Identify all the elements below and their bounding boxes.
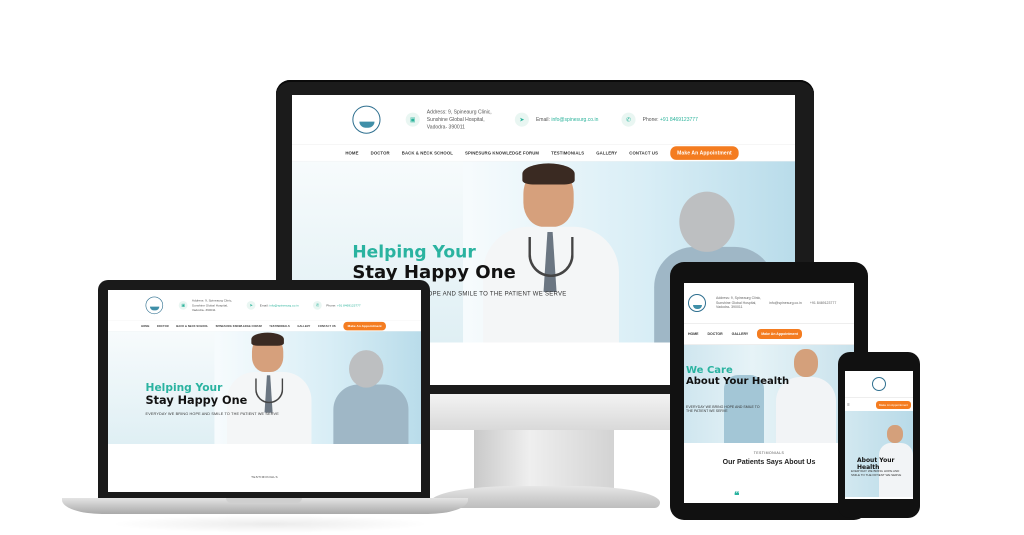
email-block: ➤ Email: info@spinesurg.co.in	[246, 300, 299, 310]
site-header: Address: 9, Spineaurg Clinic, Sunshine G…	[684, 283, 854, 323]
hero-subtitle: EVERYDAY WE BRING HOPE AND SMILE TO THE …	[851, 469, 902, 477]
phone-link[interactable]: +91 8469123777	[660, 117, 698, 123]
nav-doctor[interactable]: DOCTOR	[371, 150, 390, 155]
hero-title-line2: About Your Health	[686, 376, 790, 387]
tablet-screen: Address: 9, Spineaurg Clinic, Sunshine G…	[684, 283, 854, 503]
doctor-image	[221, 331, 315, 444]
nav-back-neck-school[interactable]: BACK & NECK SCHOOL	[402, 150, 453, 155]
nav-knowledge-forum[interactable]: SPINESURG KNOWLEDGE FORUM	[216, 324, 262, 327]
laptop-notch	[226, 498, 302, 503]
phone-block: ✆ Phone: +91 8469123777	[313, 300, 361, 310]
nav-knowledge-forum[interactable]: SPINESURG KNOWLEDGE FORUM	[465, 150, 539, 155]
spinesurg-logo[interactable]	[145, 296, 164, 315]
phone-icon: ✆	[621, 112, 636, 127]
nav-home[interactable]: HOME	[345, 150, 358, 155]
appointment-button[interactable]: Make An Appointment	[343, 321, 387, 331]
phone-link[interactable]: +91 8469123777	[810, 301, 836, 306]
appointment-button[interactable]: Make An Appointment	[875, 400, 911, 409]
appointment-button[interactable]: Make An Appointment	[670, 146, 739, 160]
hero-title-line1: Helping Your	[352, 241, 476, 262]
hero-title-line1: Helping Your	[145, 381, 223, 394]
address-line: Vadodra- 390011	[191, 308, 216, 312]
email-link[interactable]: info@spinesurg.co.in	[551, 117, 598, 123]
nav-gallery[interactable]: GALLERY	[732, 332, 749, 336]
testimonials-label: TESTIMONIALS	[753, 451, 785, 455]
phone-screen: ☰ Make An Appointment About Your Health …	[845, 371, 913, 499]
testimonials-section: TESTIMONIALS	[108, 443, 421, 491]
nav-testimonials[interactable]: TESTIMONIALS	[551, 150, 584, 155]
phone-icon: ✆	[313, 300, 322, 310]
doctor-image	[776, 349, 836, 443]
site-header: ▣ Address: 9, Spineaurg Clinic, Sunshine…	[292, 95, 795, 145]
nav-home[interactable]: HOME	[688, 332, 699, 336]
hero-title-line1: We Care	[686, 365, 733, 376]
laptop-shadow	[110, 515, 430, 533]
nav-contact[interactable]: CONTACT US	[629, 150, 658, 155]
nav-back-neck-school[interactable]: BACK & NECK SCHOOL	[176, 324, 208, 327]
hero-subtitle: EVERYDAY WE BRING HOPE AND SMILE TO THE …	[145, 411, 279, 416]
site-header	[845, 371, 913, 397]
main-nav: HOME DOCTOR GALLERY Make An Appointment	[684, 323, 854, 345]
website-laptop: ▣ Address: 9, Spineaurg Clinic, Sunshine…	[108, 290, 421, 491]
email-link[interactable]: info@spinesurg.co.in	[269, 304, 298, 307]
email-label: Email:	[535, 116, 550, 123]
address-line: Address: 9, Spineaurg Clinic,	[716, 295, 762, 300]
testimonials-section: TESTIMONIALS Our Patients Says About Us …	[684, 443, 854, 503]
address-block: ▣ Address: 9, Spineaurg Clinic, Sunshine…	[405, 108, 492, 131]
nav-home[interactable]: HOME	[141, 324, 149, 327]
paper-plane-icon: ➤	[514, 112, 529, 127]
email-block: ➤ Email: info@spinesurg.co.in	[514, 112, 598, 127]
testimonials-label: TESTIMONIALS	[251, 475, 278, 479]
spinesurg-logo[interactable]	[688, 294, 706, 312]
nav-gallery[interactable]: GALLERY	[596, 150, 617, 155]
nav-doctor[interactable]: DOCTOR	[708, 332, 723, 336]
website-tablet: Address: 9, Spineaurg Clinic, Sunshine G…	[684, 283, 854, 503]
mobile-bar: ☰ Make An Appointment	[845, 397, 913, 411]
phone-label: Phone:	[326, 303, 337, 308]
appointment-button[interactable]: Make An Appointment	[757, 329, 802, 339]
map-marker-icon: ▣	[178, 300, 188, 310]
monitor-stand-neck	[474, 430, 614, 492]
paper-plane-icon: ➤	[246, 300, 256, 310]
address-block: ▣ Address: 9, Spineaurg Clinic, Sunshine…	[178, 298, 232, 312]
menu-icon[interactable]: ☰	[847, 403, 850, 407]
address-block: Address: 9, Spineaurg Clinic, Sunshine G…	[716, 296, 761, 311]
address-line: Sunshine Global Hospital,	[426, 116, 485, 123]
nav-doctor[interactable]: DOCTOR	[157, 324, 169, 327]
email-label: Email:	[259, 303, 269, 308]
phone-link[interactable]: +91 8469123777	[337, 304, 361, 307]
address-line: Vadodra- 390011	[716, 305, 743, 310]
laptop-screen: ▣ Address: 9, Spineaurg Clinic, Sunshine…	[108, 290, 421, 492]
nav-contact[interactable]: CONTACT US	[318, 324, 336, 327]
testimonials-title: Our Patients Says About Us	[722, 459, 816, 466]
address-line: Vadodra- 390011	[426, 124, 465, 130]
nav-testimonials[interactable]: TESTIMONIALS	[269, 324, 290, 327]
main-nav: HOME DOCTOR BACK & NECK SCHOOL SPINESURG…	[292, 144, 795, 162]
hero-banner: About Your Health EVERYDAY WE BRING HOPE…	[845, 411, 913, 497]
map-marker-icon: ▣	[405, 112, 420, 127]
spinesurg-logo[interactable]	[872, 377, 886, 391]
phone-block: ✆ Phone: +91 8469123777	[621, 112, 698, 127]
hero-banner: We Care About Your Health EVERYDAY WE BR…	[684, 345, 854, 443]
hero-banner: Helping Your Stay Happy One EVERYDAY WE …	[108, 331, 421, 444]
spinesurg-logo[interactable]	[352, 105, 381, 134]
hero-subtitle: EVERYDAY WE BRING HOPE AND SMILE TO THE …	[686, 405, 760, 413]
address-line: Address: 9, Spineaurg Clinic,	[426, 109, 492, 115]
hero-title-line2: Stay Happy One	[145, 393, 248, 407]
phone-label: Phone:	[642, 116, 659, 123]
patient-image	[333, 350, 409, 444]
email-link[interactable]: info@spinesurg.co.in	[769, 301, 802, 306]
site-header: ▣ Address: 9, Spineaurg Clinic, Sunshine…	[108, 290, 421, 321]
nav-gallery[interactable]: GALLERY	[297, 324, 310, 327]
doctor-image	[473, 161, 624, 343]
main-nav: HOME DOCTOR BACK & NECK SCHOOL SPINESURG…	[108, 320, 421, 332]
quote-icon: ❝	[734, 491, 740, 502]
